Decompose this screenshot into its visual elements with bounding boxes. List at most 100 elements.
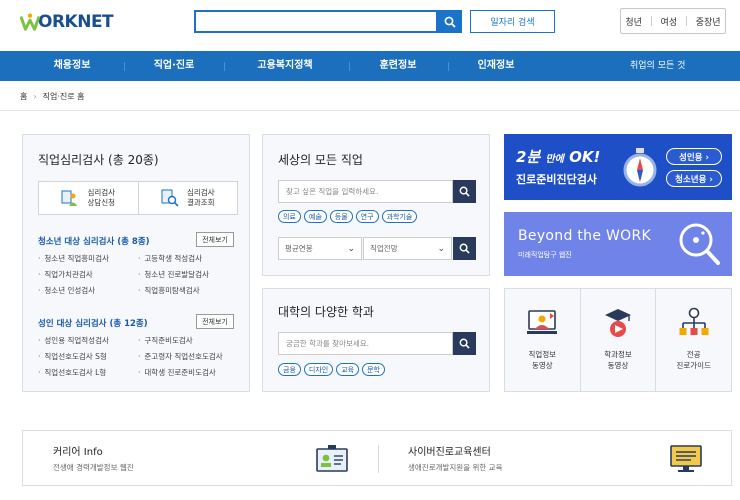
nav-item-career[interactable]: 직업·진로 xyxy=(140,51,208,81)
breadcrumb-home[interactable]: 홈 xyxy=(20,91,27,102)
major-tag[interactable]: 교육 xyxy=(336,363,360,376)
tile-line1: 전공 xyxy=(686,350,701,359)
main-search-input[interactable] xyxy=(194,10,438,33)
audience-youth[interactable]: 청년 xyxy=(625,15,642,28)
counseling-request-button[interactable]: 심리검사 상담신청 xyxy=(39,182,138,214)
career-readiness-banner[interactable]: 2분 만에 OK! 진로준비진단검사 성인용 › 청소년용 › xyxy=(504,134,732,200)
list-item[interactable]: 청소년 진로발달검사 xyxy=(138,267,208,283)
all-jobs-panel: 세상의 모든 직업 찾고 싶은 직업을 입력하세요. 의료 예술 등물 연구 과… xyxy=(262,134,490,276)
nav-divider xyxy=(224,62,225,71)
career-guide-tile[interactable]: 전공 진로가이드 xyxy=(655,289,731,391)
job-search-input[interactable]: 찾고 싶은 직업을 입력하세요. xyxy=(278,180,453,203)
adult-test-pill[interactable]: 성인용 › xyxy=(666,148,722,165)
youth-test-list-2: 고등학생 적성검사 청소년 진로발달검사 직업흥미탐색검사 xyxy=(138,251,209,299)
counseling-line2: 상담신청 xyxy=(87,198,116,207)
header: ORKNET 일자리 검색 청년 여성 중장년 xyxy=(0,0,740,51)
divider xyxy=(0,110,740,111)
list-item[interactable]: 청소년 직업흥미검사 xyxy=(38,251,108,267)
job-tag[interactable]: 의료 xyxy=(278,210,301,223)
adult-view-all-button[interactable]: 전체보기 xyxy=(196,314,234,329)
career-info-title[interactable]: 커리어 Info xyxy=(53,443,103,458)
job-tag[interactable]: 등물 xyxy=(329,210,353,223)
major-tag[interactable]: 문학 xyxy=(362,363,385,376)
chevron-down-icon: ⌄ xyxy=(437,243,445,254)
job-tag[interactable]: 과학기술 xyxy=(381,210,418,223)
list-item[interactable]: 준고령자 직업선호도검사 xyxy=(138,349,222,365)
major-search-submit[interactable] xyxy=(453,332,476,355)
nav-item-welfare[interactable]: 고용복지정책 xyxy=(240,51,330,81)
major-video-tile[interactable]: 학과정보 동영상 xyxy=(579,289,656,391)
major-search-input[interactable]: 궁금한 학과를 찾아보세요. xyxy=(278,332,453,355)
graduation-play-icon xyxy=(605,309,631,337)
main-search-button[interactable] xyxy=(438,10,462,33)
list-item[interactable]: 고등학생 적성검사 xyxy=(138,251,209,267)
magnifier-document-icon xyxy=(161,189,179,207)
org-chart-icon xyxy=(679,307,709,335)
tile-line2: 동영상 xyxy=(607,361,629,370)
audience-women[interactable]: 여성 xyxy=(661,15,678,28)
banner1-title: 진로준비진단검사 xyxy=(516,173,597,186)
list-item[interactable]: 직업가치관검사 xyxy=(38,267,109,283)
major-video-label: 학과정보 동영상 xyxy=(604,349,632,371)
job-filter-submit[interactable] xyxy=(453,237,476,260)
nav-all-services[interactable]: 취업의 모든 것 xyxy=(630,51,685,81)
video-lecture-icon xyxy=(527,310,558,334)
nav-item-training[interactable]: 훈련정보 xyxy=(365,51,431,81)
job-tag[interactable]: 예술 xyxy=(303,210,327,223)
cyber-center-title[interactable]: 사이버진로교육센터 xyxy=(408,443,491,458)
list-item[interactable]: 구직준비도검사 xyxy=(138,333,223,349)
id-card-icon xyxy=(316,445,348,472)
chevron-right-icon: › xyxy=(33,92,37,101)
counseling-line1: 심리검사 xyxy=(87,188,116,197)
job-tags: 의료 예술 등물 연구 과학기술 xyxy=(278,210,418,223)
job-search-submit[interactable] xyxy=(453,180,476,203)
job-video-tile[interactable]: 직업정보 동영상 xyxy=(505,289,580,391)
youth-test-list-1: 청소년 직업흥미검사 직업가치관검사 청소년 인성검사 xyxy=(38,251,109,299)
job-video-label: 직업정보 동영상 xyxy=(529,349,557,371)
majors-panel: 대학의 다양한 학과 궁금한 학과를 찾아보세요. 금융 디자인 교육 문학 xyxy=(262,288,490,392)
outlook-select[interactable]: 직업전망 ⌄ xyxy=(363,237,452,260)
major-tag[interactable]: 금융 xyxy=(278,363,301,376)
beyond-work-banner[interactable]: Beyond the WORK 미래직업탐구 웹진 xyxy=(504,212,732,276)
divider xyxy=(650,16,652,26)
banner1-text: 2분 만에 OK! 진로준비진단검사 xyxy=(516,148,600,187)
nav-divider xyxy=(448,62,449,71)
job-search-button[interactable]: 일자리 검색 xyxy=(470,10,555,33)
psych-test-title: 직업심리검사 (총 20종) xyxy=(38,153,159,167)
career-info-subtitle: 전생애 경력개발정보 웹진 xyxy=(53,463,134,472)
nav-divider xyxy=(124,62,125,71)
adult-test-title: 성인 대상 심리검사 (총 12종) xyxy=(38,319,148,329)
nav-item-talent[interactable]: 인재정보 xyxy=(463,51,529,81)
list-item[interactable]: 직업선호도검사 L형 xyxy=(38,365,109,381)
tile-line2: 진로가이드 xyxy=(676,361,711,370)
job-tag[interactable]: 연구 xyxy=(355,210,379,223)
salary-select[interactable]: 평균연봉 ⌄ xyxy=(278,237,362,260)
search-icon xyxy=(459,338,470,349)
career-guide-label: 전공 진로가이드 xyxy=(676,349,711,371)
magnifier-icon xyxy=(679,223,720,265)
list-item[interactable]: 직업흥미탐색검사 xyxy=(138,283,209,299)
worknet-logo[interactable]: ORKNET xyxy=(20,11,114,33)
result-lookup-button[interactable]: 심리검사 결과조회 xyxy=(137,182,238,214)
youth-test-pill[interactable]: 청소년용 › xyxy=(666,170,722,187)
main-nav: 채용정보 직업·진로 고용복지정책 훈련정보 인재정보 취업의 모든 것 xyxy=(0,51,740,81)
outlook-select-value: 직업전망 xyxy=(370,244,398,253)
list-item[interactable]: 직업선호도검사 S형 xyxy=(38,349,109,365)
psych-test-panel: 직업심리검사 (총 20종) 심리검사 상담신청 심리검사 결과조회 청소년 대… xyxy=(22,134,250,392)
nav-divider xyxy=(349,62,350,71)
breadcrumb-current: 직업·진로 홈 xyxy=(42,92,85,101)
logo-text: ORKNET xyxy=(38,12,114,32)
youth-test-title: 청소년 대상 심리검사 (총 8종) xyxy=(38,237,150,247)
search-icon xyxy=(459,186,470,197)
banner2-title: Beyond the WORK xyxy=(518,228,651,244)
adult-test-list-1: 성인용 직업적성검사 직업선호도검사 S형 직업선호도검사 L형 xyxy=(38,333,109,381)
list-item[interactable]: 성인용 직업적성검사 xyxy=(38,333,108,349)
audience-middle-aged[interactable]: 중장년 xyxy=(696,15,721,28)
counselor-icon xyxy=(61,190,78,206)
divider xyxy=(685,16,687,26)
major-tag[interactable]: 디자인 xyxy=(303,363,334,376)
list-item[interactable]: 대학생 진로준비도검사 xyxy=(138,365,223,381)
youth-view-all-button[interactable]: 전체보기 xyxy=(196,232,234,247)
nav-item-jobs[interactable]: 채용정보 xyxy=(42,51,102,81)
list-item[interactable]: 청소년 인성검사 xyxy=(38,283,109,299)
